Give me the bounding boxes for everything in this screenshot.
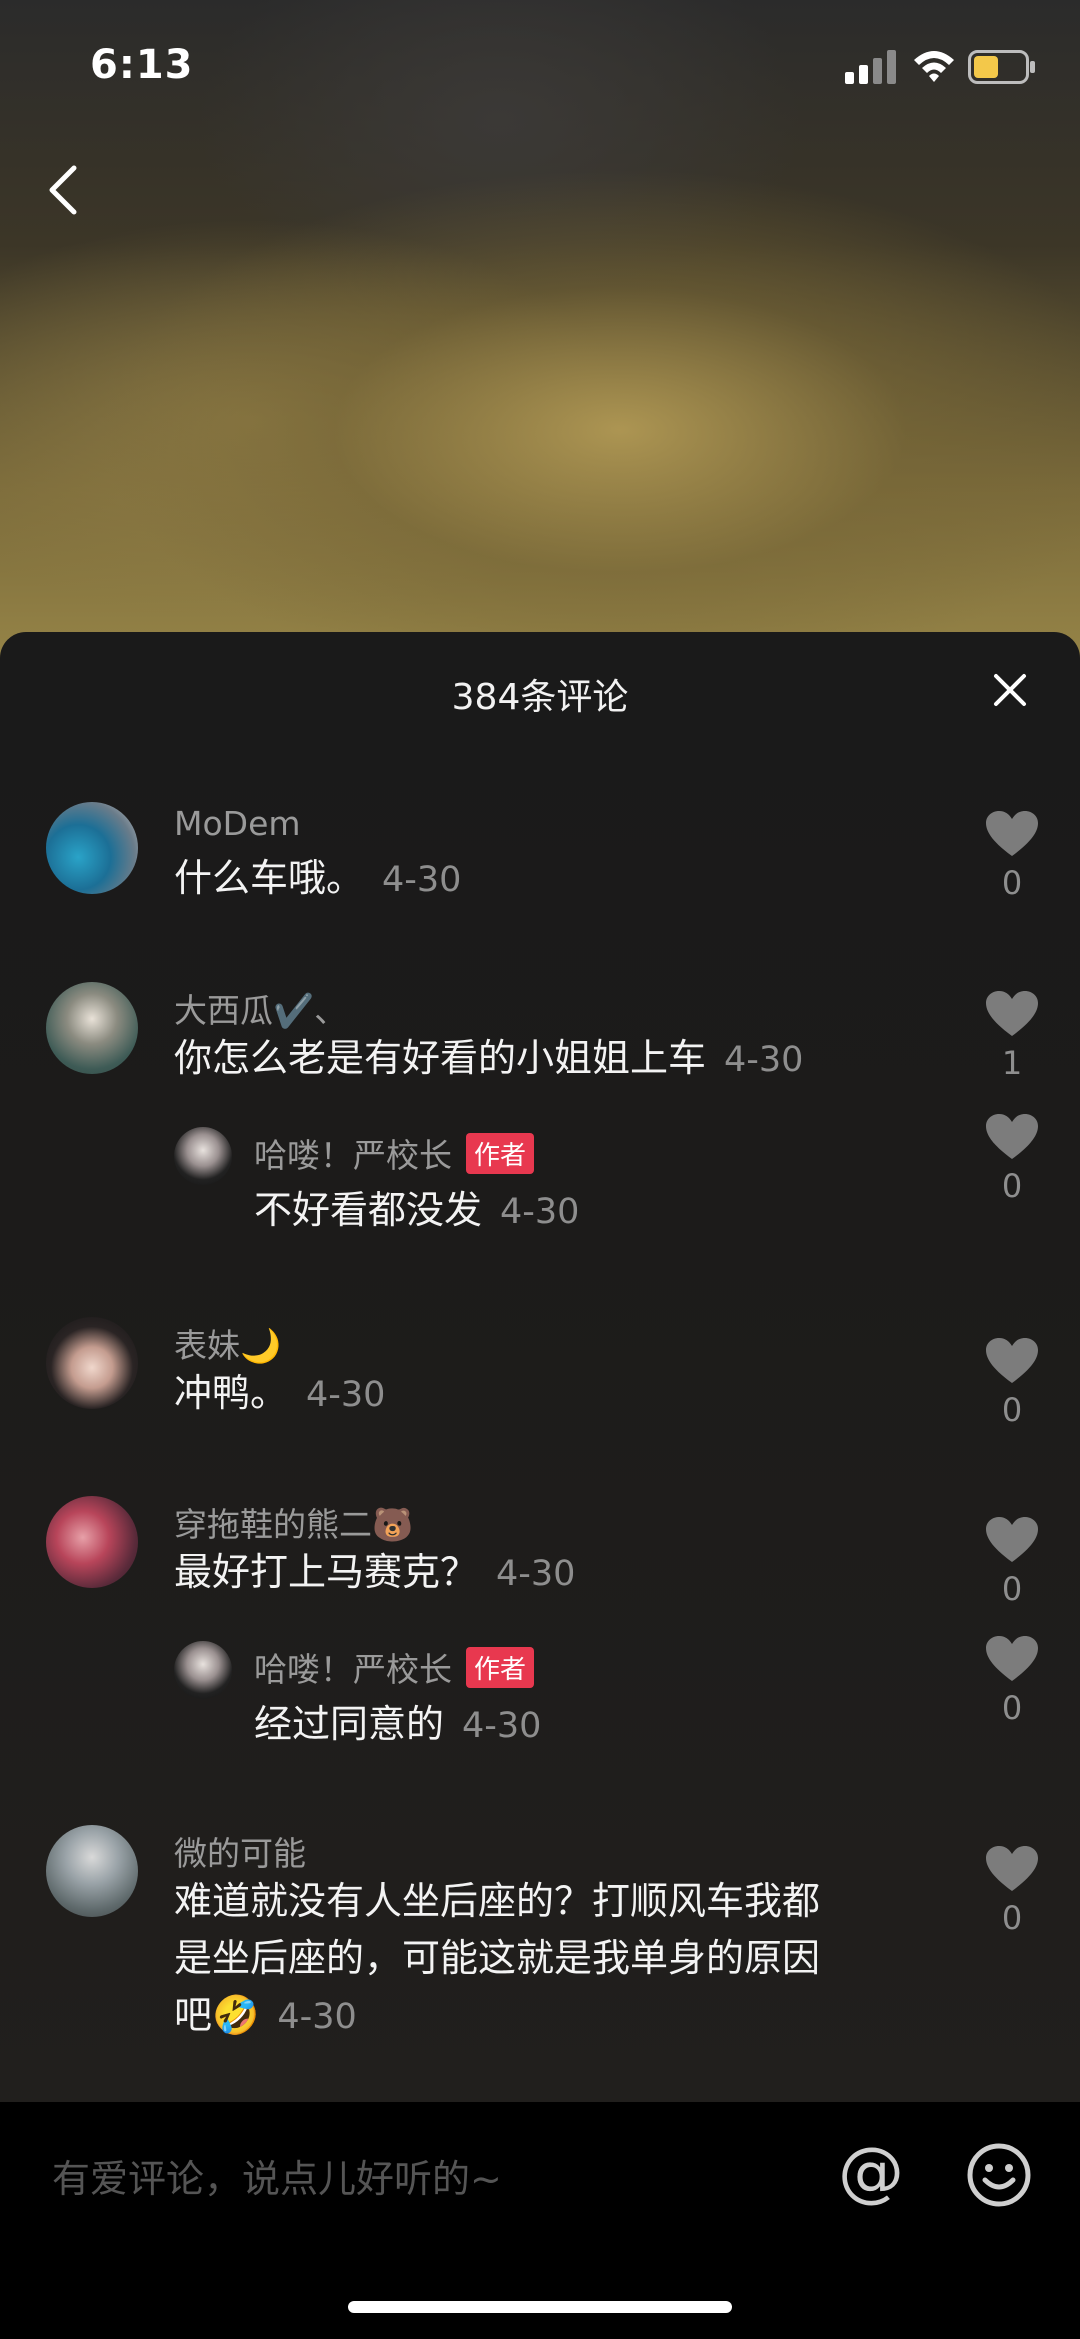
comment-username[interactable]: 穿拖鞋的熊二🐻 [174,1498,413,1546]
comment-date: 4-30 [306,1375,386,1415]
reply-text: 不好看都没发 4-30 [254,1188,580,1232]
avatar[interactable] [46,1825,138,1917]
status-time: 6:13 [90,42,194,88]
author-badge: 作者 [466,1133,535,1174]
author-badge: 作者 [466,1647,535,1688]
mention-button[interactable]: @ [838,2132,904,2212]
reply-text: 经过同意的 4-30 [254,1702,542,1746]
like-count: 0 [1001,1570,1023,1608]
like-button[interactable]: 0 [972,1845,1052,1937]
heart-icon [986,1846,1038,1891]
home-indicator [348,2301,732,2313]
like-button[interactable]: 1 [972,990,1052,1082]
comment-input[interactable]: 有爱评论，说点儿好听的~ [52,2148,502,2203]
comment-username[interactable]: 大西瓜✔️、 [174,984,347,1032]
comment-text: 你怎么老是有好看的小姐姐上车 4-30 [174,1036,804,1080]
comments-sheet: 384条评论 MoDem 什么车哦。 4-30 0 大西瓜✔️、 你怎么老是有好看… [0,632,1080,2102]
comment-username[interactable]: 微的可能 [174,1827,306,1875]
like-count: 0 [1001,1391,1023,1429]
like-button[interactable]: 0 [972,1516,1052,1608]
like-count: 1 [1001,1044,1023,1082]
comment-username[interactable]: 表妹🌙 [174,1319,281,1367]
like-button[interactable]: 0 [972,1113,1052,1205]
heart-icon [986,1338,1038,1383]
heart-icon [986,991,1038,1036]
like-count: 0 [1001,1689,1023,1727]
wifi-icon [914,51,954,82]
like-count: 0 [1001,1899,1023,1937]
like-button[interactable]: 0 [972,810,1052,902]
comment-date: 4-30 [500,1192,580,1232]
back-arrow-icon[interactable] [44,160,84,220]
reply-username[interactable]: 哈喽！严校长 作者 [254,1129,535,1177]
battery-icon [968,50,1035,84]
heart-icon [986,1114,1038,1159]
comment-text: 最好打上马赛克？ 4-30 [174,1550,576,1594]
comment-date: 4-30 [496,1554,576,1594]
avatar[interactable] [46,1317,138,1409]
comment-date: 4-30 [724,1040,804,1080]
emoji-icon[interactable] [966,2142,1032,2208]
comment-text: 冲鸭。 4-30 [174,1371,386,1415]
avatar[interactable] [46,1496,138,1588]
comment-date: 4-30 [277,1997,357,2037]
avatar[interactable] [174,1641,232,1699]
comment-username[interactable]: MoDem [174,804,301,843]
status-bar: 6:13 [0,0,1080,130]
comment-text: 难道就没有人坐后座的？打顺风车我都 是坐后座的，可能这就是我单身的原因 吧🤣 4-… [174,1879,821,2037]
avatar[interactable] [46,802,138,894]
like-button[interactable]: 0 [972,1337,1052,1429]
like-button[interactable]: 0 [972,1635,1052,1727]
close-icon[interactable] [990,670,1030,710]
comment-text: 什么车哦。 4-30 [174,856,462,900]
like-count: 0 [1001,1167,1023,1205]
heart-icon [986,1636,1038,1681]
heart-icon [986,1517,1038,1562]
avatar[interactable] [174,1127,232,1185]
like-count: 0 [1001,864,1023,902]
reply-username[interactable]: 哈喽！严校长 作者 [254,1643,535,1691]
heart-icon [986,811,1038,856]
avatar[interactable] [46,982,138,1074]
signal-icon [845,50,896,84]
comment-date: 4-30 [382,860,462,900]
comments-count-title: 384条评论 [451,677,629,718]
comment-date: 4-30 [462,1706,542,1746]
